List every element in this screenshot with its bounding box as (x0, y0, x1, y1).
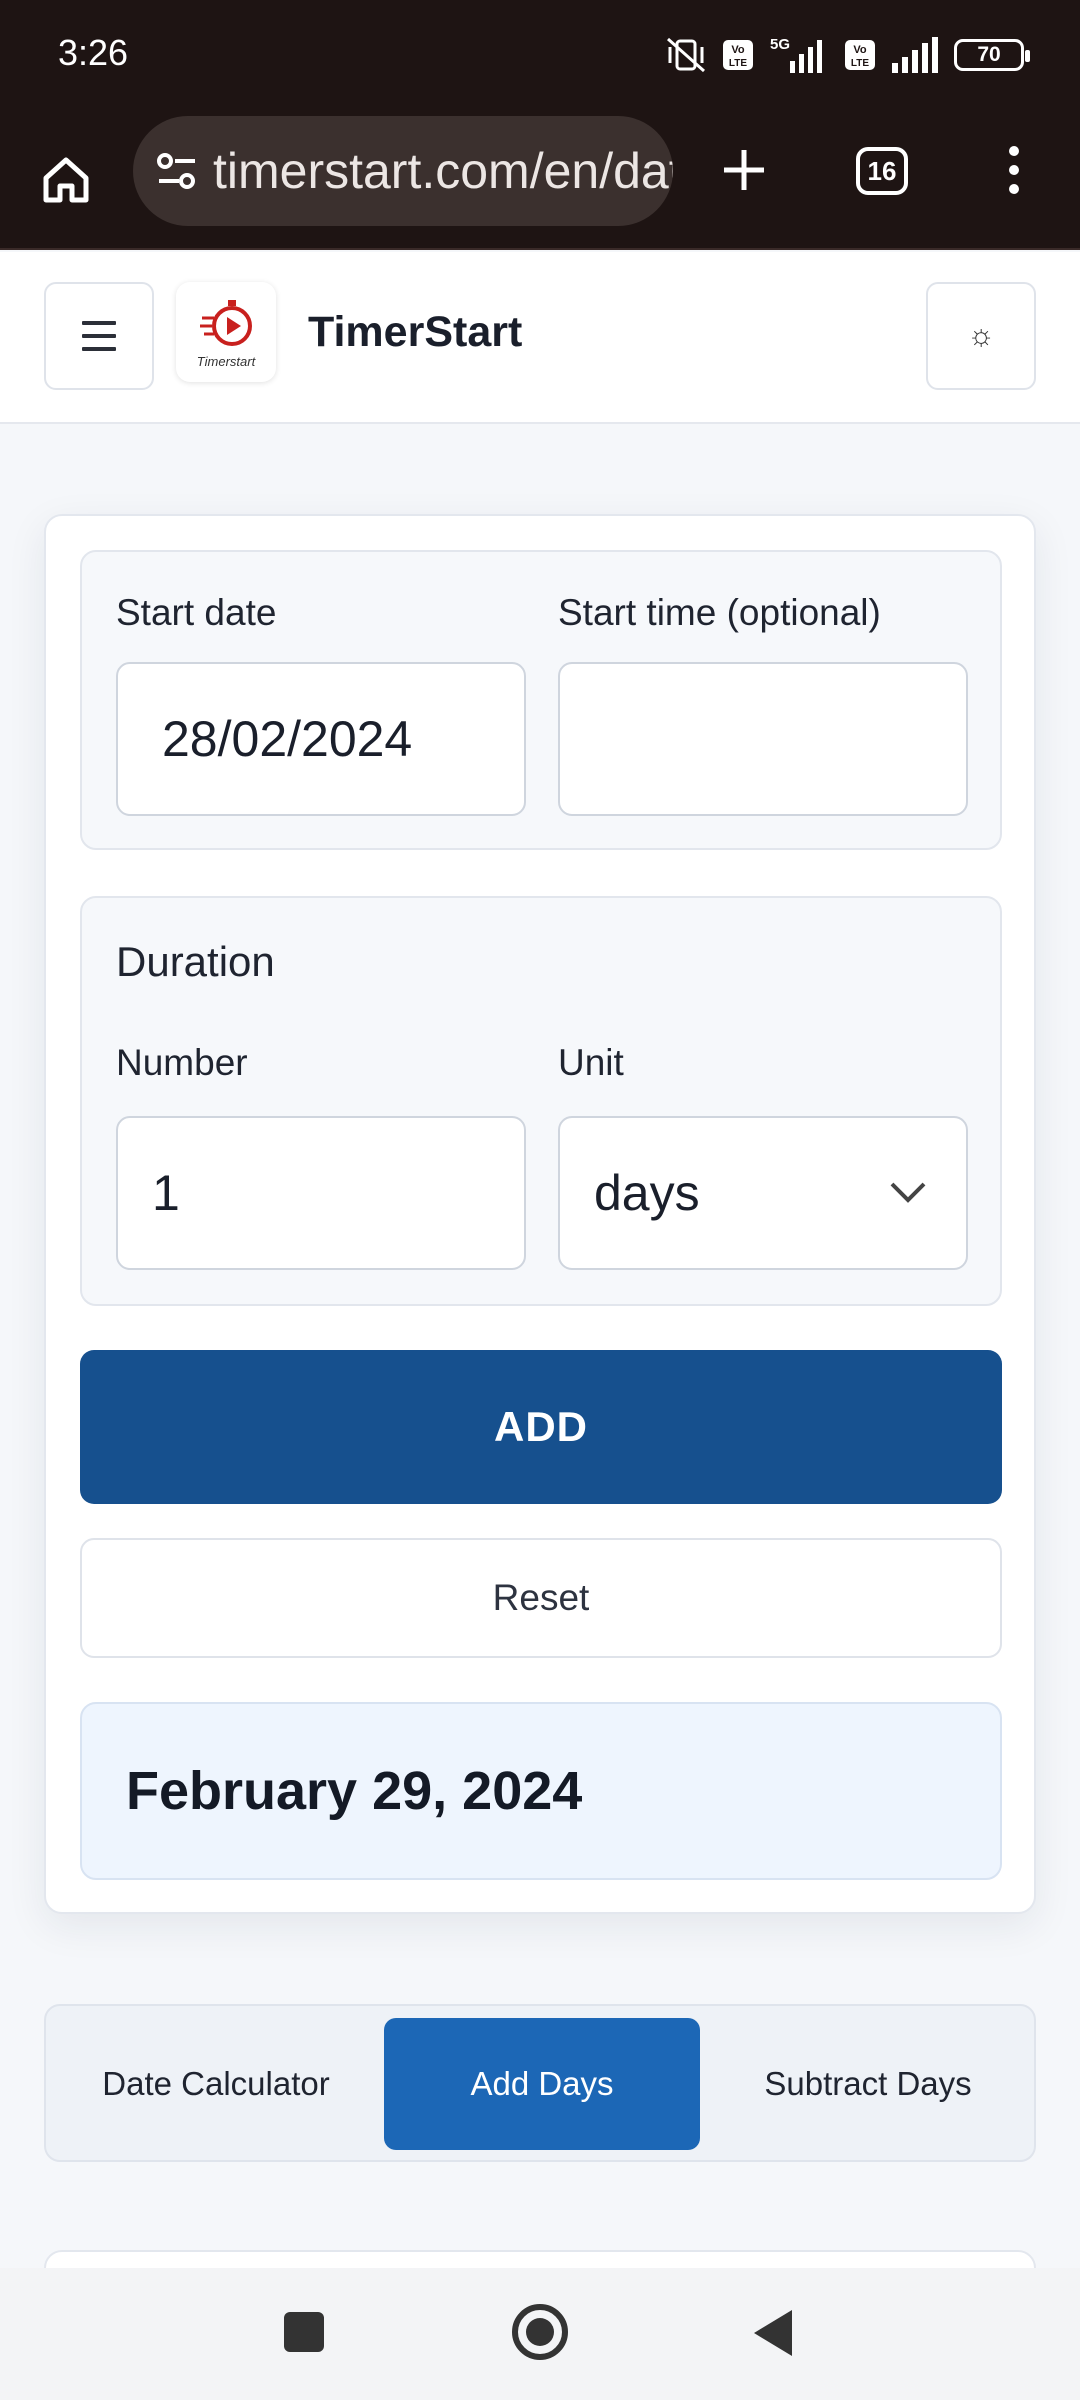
status-icons: Vo LTE 5G Vo LTE 70 (664, 30, 1030, 80)
duration-section: Duration Number 1 Unit days (80, 896, 1002, 1306)
tab-count: 16 (867, 155, 897, 186)
reset-button[interactable]: Reset (80, 1538, 1002, 1658)
new-tab-button[interactable] (714, 132, 774, 208)
result-display: February 29, 2024 (80, 1702, 1002, 1880)
tab-add-days[interactable]: Add Days (384, 2018, 700, 2150)
stopwatch-play-icon (200, 299, 252, 346)
tab-date-calculator[interactable]: Date Calculator (58, 2018, 374, 2150)
network-type-label: 5G (770, 36, 790, 53)
number-input[interactable]: 1 (116, 1116, 526, 1270)
calculator-card: Start date 28/02/2024 Start time (option… (44, 514, 1036, 1914)
unit-select[interactable]: days (558, 1116, 968, 1270)
browser-toolbar: timerstart.com/en/date-calculator/add-da… (0, 110, 1080, 250)
status-bar: 3:26 Vo LTE 5G Vo LTE 70 (0, 0, 1080, 110)
start-date-section: Start date 28/02/2024 Start time (option… (80, 550, 1002, 850)
add-button[interactable]: ADD (80, 1350, 1002, 1504)
volte-icon: Vo LTE (723, 40, 753, 70)
svg-text:LTE: LTE (729, 58, 747, 69)
tab-subtract-days[interactable]: Subtract Days (710, 2018, 1026, 2150)
svg-text:LTE: LTE (851, 58, 869, 69)
start-date-label: Start date (116, 592, 277, 633)
result-date: February 29, 2024 (126, 1761, 583, 1821)
number-label: Number (116, 1042, 248, 1083)
signal-icon (892, 37, 938, 73)
plus-icon (724, 150, 764, 190)
home-nav-icon[interactable] (512, 2304, 568, 2360)
sun-icon: ☼ (967, 319, 995, 352)
chevron-down-icon (890, 1182, 926, 1203)
svg-text:Vo: Vo (853, 44, 867, 56)
system-nav-bar (0, 2268, 1080, 2400)
hamburger-menu-icon[interactable] (44, 282, 154, 390)
mute-vibrate-icon (667, 37, 705, 73)
site-title[interactable]: TimerStart (308, 308, 522, 357)
site-header: Timerstart TimerStart ☼ (0, 252, 1080, 424)
url-text: timerstart.com/en/date-calculator/add-da… (213, 143, 673, 199)
status-time: 3:26 (58, 32, 129, 73)
start-time-input[interactable] (558, 662, 968, 816)
home-icon (43, 157, 89, 203)
tool-tabs: Date Calculator Add Days Subtract Days (44, 2004, 1036, 2162)
duration-heading: Duration (116, 938, 275, 985)
unit-label: Unit (558, 1042, 624, 1083)
more-options-icon[interactable] (996, 132, 1032, 208)
site-logo[interactable]: Timerstart (176, 282, 276, 382)
svg-text:Vo: Vo (731, 44, 745, 56)
unit-selected-value: days (594, 1165, 700, 1221)
start-date-input[interactable]: 28/02/2024 (116, 662, 526, 816)
address-bar[interactable]: timerstart.com/en/date-calculator/add-da… (133, 116, 673, 226)
recents-icon[interactable] (284, 2312, 324, 2352)
site-settings-icon[interactable] (155, 145, 199, 197)
browser-home-button[interactable] (34, 140, 98, 220)
back-icon[interactable] (754, 2310, 792, 2356)
theme-toggle-button[interactable]: ☼ (926, 282, 1036, 390)
start-time-label: Start time (optional) (558, 592, 881, 633)
logo-text: Timerstart (196, 353, 256, 369)
battery-icon: 70 (954, 39, 1030, 71)
volte-icon: Vo LTE (845, 40, 875, 70)
battery-level: 70 (977, 43, 1001, 66)
signal-icon: 5G (770, 36, 822, 73)
tab-switcher-button[interactable]: 16 (856, 147, 908, 195)
